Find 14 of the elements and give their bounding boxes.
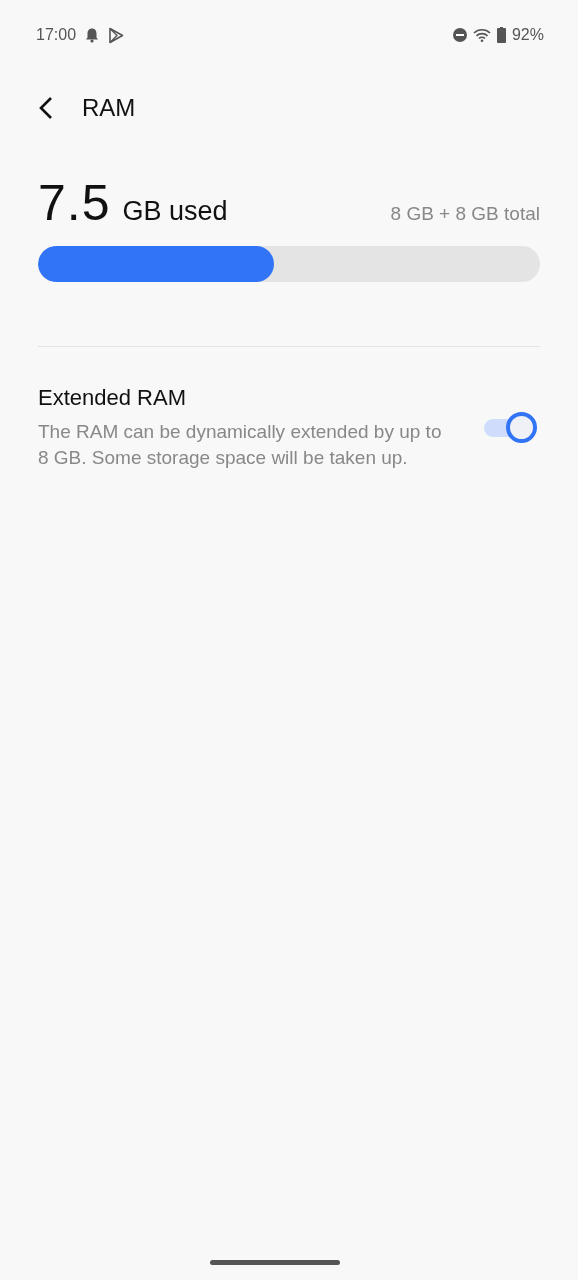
usage-value: 7.5 (38, 174, 111, 232)
setting-title: Extended RAM (38, 385, 187, 411)
do-not-disturb-icon (452, 28, 467, 42)
clock-time: 17:00 (36, 26, 77, 44)
bell-icon (85, 27, 100, 43)
page-title: RAM (82, 94, 136, 122)
total-capacity: 8 GB + 8 GB total (390, 203, 540, 225)
gesture-handle[interactable] (210, 1260, 340, 1265)
wifi-icon (472, 28, 491, 42)
setting-description: The RAM can be dynamically extended by up to 8 GB. Some storage space will be taken up. (38, 420, 443, 470)
play-triangle-icon (108, 26, 125, 44)
usage-unit: GB used (122, 196, 228, 227)
battery-icon (496, 27, 506, 43)
battery-percentage: 92% (511, 26, 544, 44)
